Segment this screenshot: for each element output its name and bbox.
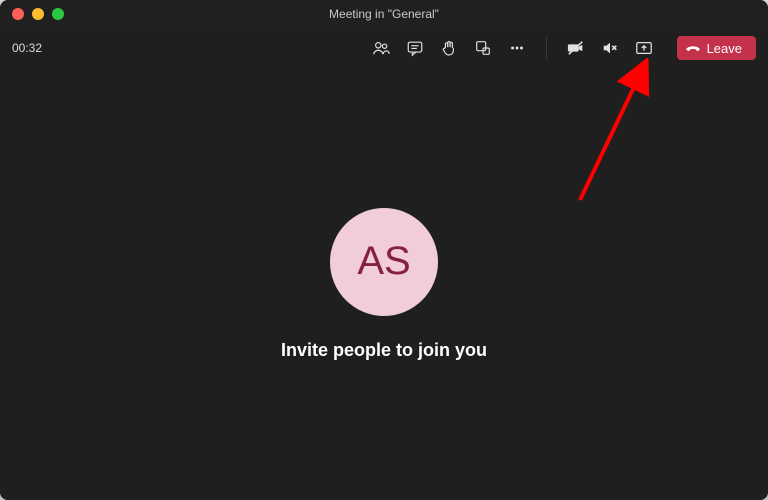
avatar-initials: AS [357,239,410,284]
meeting-timer: 00:32 [12,41,42,55]
breakout-rooms-icon [474,39,492,57]
people-icon [372,39,390,57]
more-button[interactable] [508,39,526,57]
meeting-stage: AS Invite people to join you [0,68,768,500]
window-title: Meeting in "General" [0,7,768,21]
invite-prompt: Invite people to join you [281,340,487,361]
camera-button[interactable] [567,39,585,57]
toolbar-actions: Leave [372,36,756,60]
chat-button[interactable] [406,39,424,57]
raise-hand-icon [440,39,458,57]
minimize-window-icon[interactable] [32,8,44,20]
zoom-window-icon[interactable] [52,8,64,20]
titlebar: Meeting in "General" [0,0,768,28]
window-controls [0,8,64,20]
close-window-icon[interactable] [12,8,24,20]
audio-off-icon [601,38,619,58]
leave-button[interactable]: Leave [677,36,756,60]
toolbar-divider [546,37,547,59]
share-screen-icon [635,38,653,58]
meeting-window: Meeting in "General" 00:32 [0,0,768,500]
audio-button[interactable] [601,39,619,57]
raise-hand-button[interactable] [440,39,458,57]
avatar: AS [330,208,438,316]
camera-off-icon [567,38,585,58]
people-button[interactable] [372,39,390,57]
breakout-rooms-button[interactable] [474,39,492,57]
hangup-icon [685,40,701,56]
more-icon [508,39,526,57]
chat-icon [406,39,424,57]
meeting-toolbar: 00:32 [0,28,768,68]
share-screen-button[interactable] [635,39,653,57]
leave-label: Leave [707,41,742,56]
